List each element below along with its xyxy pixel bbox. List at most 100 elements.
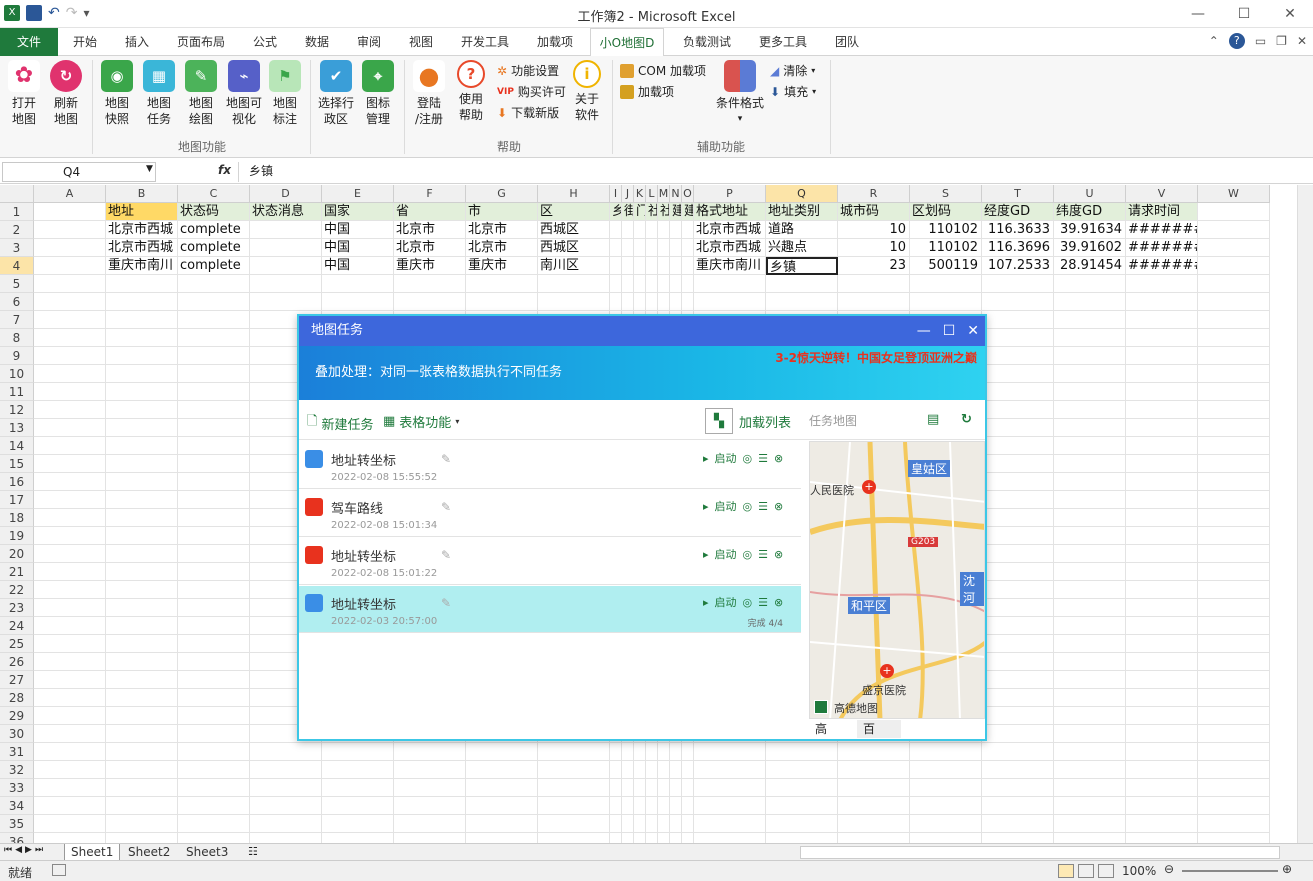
cell-c23[interactable]	[178, 599, 250, 617]
close-workbook-icon[interactable]: ✕	[1297, 34, 1307, 48]
play-icon[interactable]: ▸	[703, 452, 709, 465]
cell-u12[interactable]	[1054, 401, 1126, 419]
zoom-out-icon[interactable]: ⊖	[1164, 862, 1174, 876]
map-icon-button[interactable]: ▚	[705, 408, 733, 434]
cell-k5[interactable]	[634, 275, 646, 293]
map-layer-icon[interactable]	[814, 700, 828, 714]
edit-icon[interactable]: ✎	[441, 596, 451, 610]
cell-r3[interactable]: 10	[838, 239, 910, 257]
cell-o36[interactable]	[682, 833, 694, 843]
cell-q34[interactable]	[766, 797, 838, 815]
delete-icon[interactable]: ⊗	[774, 500, 783, 513]
column-header-v[interactable]: V	[1126, 185, 1198, 203]
load-list-button[interactable]: 加载列表	[739, 412, 791, 431]
cell-f6[interactable]	[394, 293, 466, 311]
cell-g33[interactable]	[466, 779, 538, 797]
cell-u29[interactable]	[1054, 707, 1126, 725]
restore-down-icon[interactable]: ❐	[1276, 34, 1287, 48]
cell-a31[interactable]	[34, 743, 106, 761]
cell-i6[interactable]	[610, 293, 622, 311]
cell-n32[interactable]	[670, 761, 682, 779]
about-button[interactable]: i 关于 软件	[567, 60, 607, 123]
column-header-e[interactable]: E	[322, 185, 394, 203]
cell-i4[interactable]	[610, 257, 622, 275]
new-task-button[interactable]: 🗋 新建任务	[307, 412, 373, 434]
map-tab-bai[interactable]: 百	[857, 720, 901, 738]
cell-r4[interactable]: 23	[838, 257, 910, 275]
cell-s3[interactable]: 110102	[910, 239, 982, 257]
row-header-15[interactable]: 15	[0, 455, 34, 473]
select-all-corner[interactable]	[0, 185, 34, 203]
clear-button[interactable]: ◢ 清除 ▾	[770, 62, 815, 79]
cell-b2[interactable]: 北京市西城	[106, 221, 178, 239]
cell-t34[interactable]	[982, 797, 1054, 815]
cell-n31[interactable]	[670, 743, 682, 761]
cell-u25[interactable]	[1054, 635, 1126, 653]
cell-d34[interactable]	[250, 797, 322, 815]
cell-v33[interactable]	[1126, 779, 1198, 797]
cell-j31[interactable]	[622, 743, 634, 761]
cell-i32[interactable]	[610, 761, 622, 779]
cell-b18[interactable]	[106, 509, 178, 527]
conditional-format-button[interactable]: 条件格式 ▾	[714, 60, 766, 127]
cell-r2[interactable]: 10	[838, 221, 910, 239]
cell-n5[interactable]	[670, 275, 682, 293]
cell-a5[interactable]	[34, 275, 106, 293]
cell-m6[interactable]	[658, 293, 670, 311]
macro-record-icon[interactable]	[52, 864, 66, 876]
cell-a19[interactable]	[34, 527, 106, 545]
cell-b27[interactable]	[106, 671, 178, 689]
cell-v7[interactable]	[1126, 311, 1198, 329]
cell-u35[interactable]	[1054, 815, 1126, 833]
cell-b36[interactable]	[106, 833, 178, 843]
cell-c11[interactable]	[178, 383, 250, 401]
row-header-9[interactable]: 9	[0, 347, 34, 365]
cell-c34[interactable]	[178, 797, 250, 815]
row-header-16[interactable]: 16	[0, 473, 34, 491]
list-view-icon[interactable]: ▤	[927, 412, 939, 427]
cell-g1[interactable]: 市	[466, 203, 538, 221]
tab-review[interactable]: 审阅	[346, 28, 392, 56]
cell-c3[interactable]: complete	[178, 239, 250, 257]
cell-c6[interactable]	[178, 293, 250, 311]
column-header-a[interactable]: A	[34, 185, 106, 203]
cell-s6[interactable]	[910, 293, 982, 311]
cell-l2[interactable]	[646, 221, 658, 239]
cell-l35[interactable]	[646, 815, 658, 833]
close-button[interactable]: ✕	[1267, 0, 1313, 28]
cell-r35[interactable]	[838, 815, 910, 833]
cell-u1[interactable]: 纬度GD	[1054, 203, 1126, 221]
vertical-scrollbar[interactable]	[1297, 185, 1313, 843]
cell-l34[interactable]	[646, 797, 658, 815]
cell-q36[interactable]	[766, 833, 838, 843]
cell-n1[interactable]: 建	[670, 203, 682, 221]
cell-q6[interactable]	[766, 293, 838, 311]
cell-a1[interactable]	[34, 203, 106, 221]
cell-v9[interactable]	[1126, 347, 1198, 365]
cell-w35[interactable]	[1198, 815, 1270, 833]
row-header-13[interactable]: 13	[0, 419, 34, 437]
addins-button[interactable]: 加载项	[620, 83, 674, 100]
cell-t4[interactable]: 107.2533	[982, 257, 1054, 275]
cell-f3[interactable]: 北京市	[394, 239, 466, 257]
zoom-in-icon[interactable]: ⊕	[1282, 862, 1292, 876]
cell-b24[interactable]	[106, 617, 178, 635]
cell-v5[interactable]	[1126, 275, 1198, 293]
cell-j1[interactable]: 街	[622, 203, 634, 221]
cell-v21[interactable]	[1126, 563, 1198, 581]
cell-v30[interactable]	[1126, 725, 1198, 743]
cell-a12[interactable]	[34, 401, 106, 419]
cell-c33[interactable]	[178, 779, 250, 797]
refresh-map-button[interactable]: ↻ 刷新 地图	[46, 60, 86, 127]
cell-t30[interactable]	[982, 725, 1054, 743]
play-icon[interactable]: ▸	[703, 596, 709, 609]
cell-v35[interactable]	[1126, 815, 1198, 833]
cell-w10[interactable]	[1198, 365, 1270, 383]
cell-o32[interactable]	[682, 761, 694, 779]
cell-b13[interactable]	[106, 419, 178, 437]
help-button[interactable]: ? 使用 帮助	[451, 60, 491, 123]
row-header-11[interactable]: 11	[0, 383, 34, 401]
cell-t7[interactable]	[982, 311, 1054, 329]
cell-q3[interactable]: 兴趣点	[766, 239, 838, 257]
cell-q5[interactable]	[766, 275, 838, 293]
